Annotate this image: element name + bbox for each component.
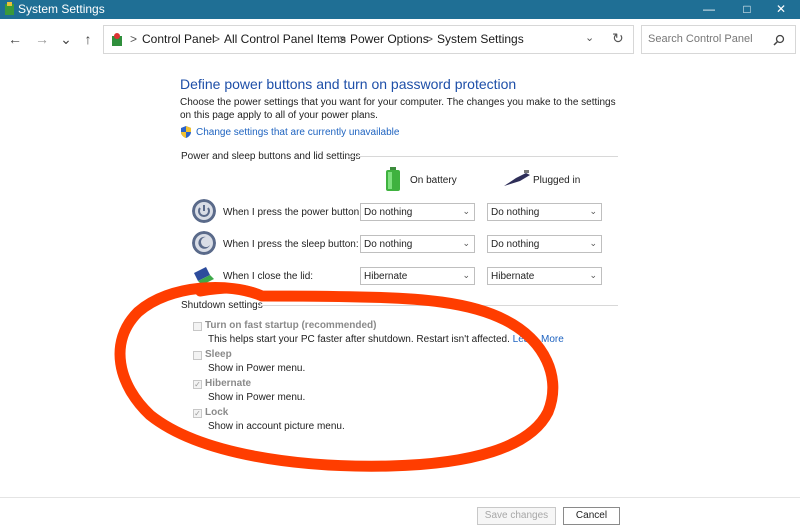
up-button[interactable]: ↑ [78,29,98,49]
breadcrumb-separator: > [130,32,138,46]
hibernate-option-description: Show in Power menu. [208,392,306,403]
plug-icon [504,170,530,186]
chevron-down-icon: ⌄ [462,238,470,248]
navigation-bar: ← → ⌄ ↑ > Control Panel > All Control Pa… [0,19,800,59]
hibernate-checkbox[interactable]: ✓ [193,380,202,389]
save-changes-button[interactable]: Save changes [477,507,556,525]
minimize-button[interactable]: — [690,0,728,19]
close-button[interactable]: ✕ [762,0,800,19]
search-input[interactable]: Search Control Panel [648,33,753,45]
close-lid-plugged-select[interactable]: Hibernate ⌄ [487,267,602,285]
close-lid-label: When I close the lid: [223,271,314,282]
search-box[interactable]: Search Control Panel [641,25,796,54]
sleep-checkbox[interactable] [193,351,202,360]
window-title: System Settings [18,2,105,16]
lock-checkbox[interactable]: ✓ [193,409,202,418]
title-bar: System Settings — □ ✕ [0,0,800,19]
sleep-button-battery-select[interactable]: Do nothing ⌄ [360,235,475,253]
control-panel-icon [5,2,14,15]
sleep-option-description: Show in Power menu. [208,363,306,374]
breadcrumb-control-panel[interactable]: Control Panel [142,32,215,46]
fast-startup-description: This helps start your PC faster after sh… [208,334,564,345]
chevron-down-icon: ⌄ [589,206,597,216]
plugged-in-label: Plugged in [533,175,581,186]
breadcrumb-power-options[interactable]: Power Options [350,32,429,46]
fast-startup-checkbox[interactable] [193,322,202,331]
sleep-option-label: Sleep [205,349,232,360]
laptop-lid-icon [194,267,214,285]
sleep-button-plugged-select[interactable]: Do nothing ⌄ [487,235,602,253]
search-icon[interactable] [773,34,785,46]
refresh-icon[interactable]: ↻ [612,30,624,47]
uac-shield-icon [181,126,191,138]
control-panel-icon [112,33,122,46]
lock-option-description: Show in account picture menu. [208,421,345,432]
on-battery-label: On battery [410,175,457,186]
power-section-title: Power and sleep buttons and lid settings [181,151,361,162]
hibernate-option-label: Hibernate [205,378,252,389]
chevron-down-icon: ⌄ [589,270,597,280]
section-divider [260,305,618,306]
cancel-button[interactable]: Cancel [563,507,620,525]
sleep-button-label: When I press the sleep button: [223,239,359,250]
power-button-label: When I press the power button: [223,207,362,218]
breadcrumb-system-settings[interactable]: System Settings [437,32,524,46]
section-divider [348,156,618,157]
power-button-plugged-select[interactable]: Do nothing ⌄ [487,203,602,221]
address-dropdown-icon[interactable]: ⌄ [585,31,594,44]
breadcrumb-separator: > [213,32,221,46]
fast-startup-label: Turn on fast startup (recommended) [205,320,377,331]
breadcrumb-separator: > [426,32,434,46]
forward-button[interactable]: → [32,29,52,49]
page-description: Choose the power settings that you want … [180,97,616,121]
footer-divider [0,497,800,498]
back-button[interactable]: ← [5,29,25,49]
breadcrumb-all-items[interactable]: All Control Panel Items [224,32,346,46]
maximize-button[interactable]: □ [728,0,766,19]
chevron-down-icon: ⌄ [462,206,470,216]
chevron-down-icon: ⌄ [589,238,597,248]
lock-option-label: Lock [205,407,229,418]
power-button-icon [192,199,216,223]
close-lid-battery-select[interactable]: Hibernate ⌄ [360,267,475,285]
sleep-button-icon [192,231,216,255]
breadcrumb-separator: > [339,32,347,46]
address-bar[interactable]: > Control Panel > All Control Panel Item… [103,25,634,54]
shutdown-section-title: Shutdown settings [181,300,263,311]
learn-more-link[interactable]: Learn More [513,334,564,345]
recent-locations-button[interactable]: ⌄ [56,29,76,49]
battery-icon [386,167,400,191]
power-button-battery-select[interactable]: Do nothing ⌄ [360,203,475,221]
page-title: Define power buttons and turn on passwor… [180,76,517,92]
change-settings-link[interactable]: Change settings that are currently unava… [196,127,399,138]
chevron-down-icon: ⌄ [462,270,470,280]
